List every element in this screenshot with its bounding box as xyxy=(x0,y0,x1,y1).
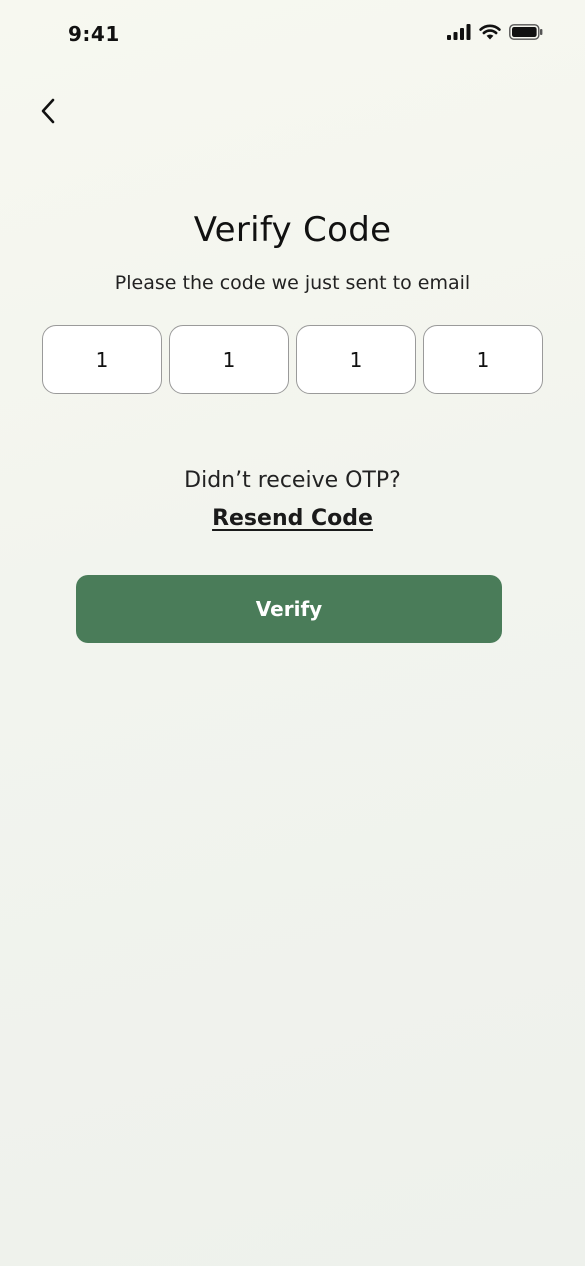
battery-icon xyxy=(509,24,543,40)
otp-digit-2[interactable] xyxy=(169,325,289,394)
otp-digit-3[interactable] xyxy=(296,325,416,394)
resend-prompt: Didn’t receive OTP? xyxy=(184,468,401,493)
page-title: Verify Code xyxy=(193,210,392,250)
cellular-signal-icon xyxy=(447,24,471,40)
otp-digit-1[interactable] xyxy=(42,325,162,394)
otp-input-group xyxy=(42,325,543,394)
chevron-left-icon xyxy=(38,97,58,129)
back-button[interactable] xyxy=(30,95,66,131)
wifi-icon xyxy=(479,24,501,40)
status-icons xyxy=(447,24,543,40)
resend-code-link[interactable]: Resend Code xyxy=(0,506,585,531)
otp-digit-4[interactable] xyxy=(423,325,543,394)
verify-button[interactable]: Verify xyxy=(76,575,502,643)
status-bar: 9:41 xyxy=(0,0,585,70)
page-subtitle: Please the code we just sent to email xyxy=(114,272,471,294)
status-time: 9:41 xyxy=(68,22,120,46)
